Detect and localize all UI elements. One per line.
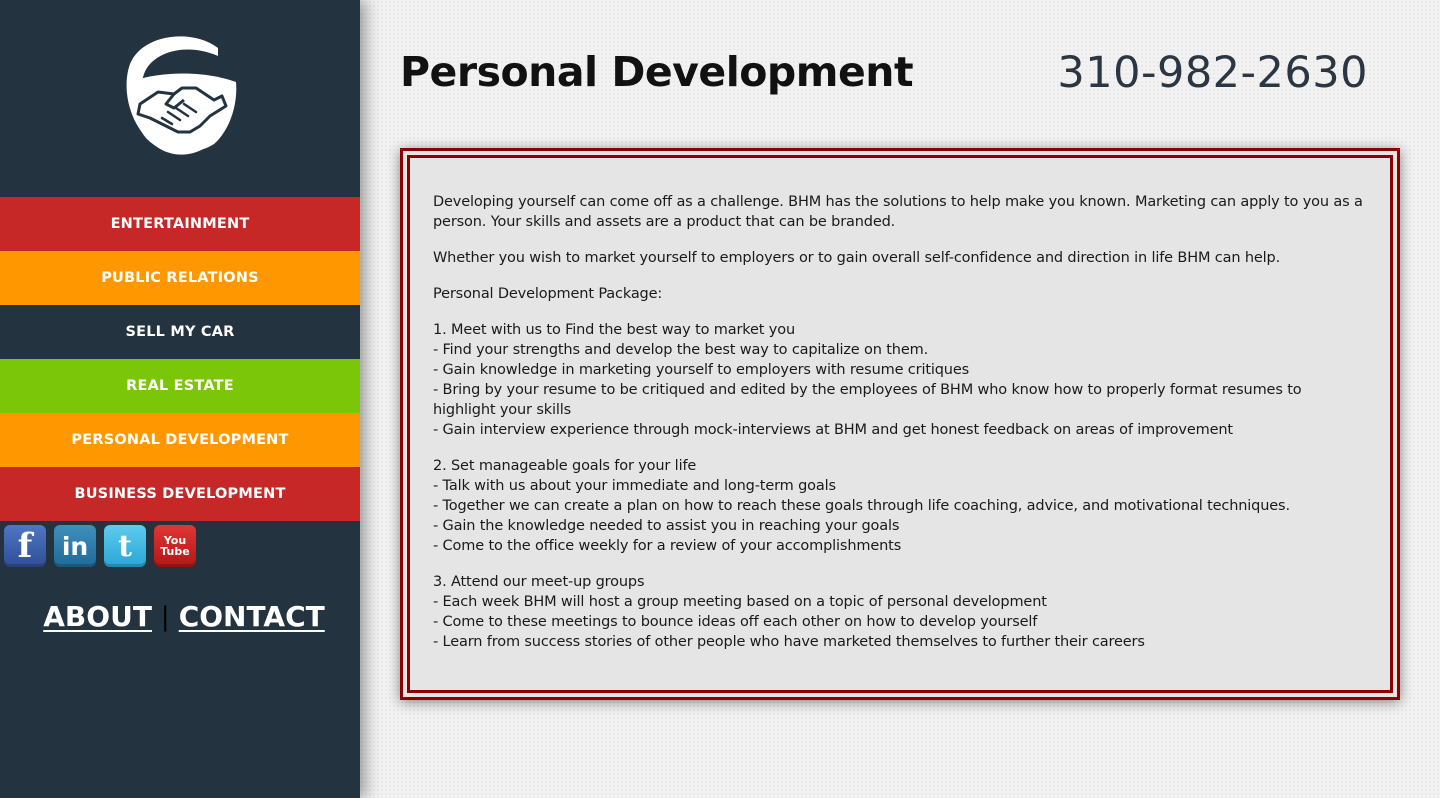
social-links: f in t You Tube — [4, 525, 196, 567]
page-title: Personal Development — [400, 48, 914, 96]
footer-separator: | — [160, 601, 170, 632]
phone-number[interactable]: 310-982-2630 — [1057, 48, 1368, 98]
section-1-item: - Gain knowledge in marketing yourself t… — [433, 362, 970, 378]
section-1-item: - Find your strengths and develop the be… — [433, 342, 929, 358]
linkedin-icon[interactable]: in — [54, 525, 96, 567]
section-2-title: 2. Set manageable goals for your life — [433, 458, 697, 474]
section-3-item: - Come to these meetings to bounce ideas… — [433, 614, 1038, 630]
youtube-glyph-bottom: Tube — [160, 545, 190, 558]
section-2-item: - Talk with us about your immediate and … — [433, 478, 836, 494]
help-paragraph: Whether you wish to market yourself to e… — [433, 250, 1281, 266]
about-link[interactable]: ABOUT — [43, 600, 152, 633]
linkedin-glyph: in — [61, 531, 89, 561]
section-1: 1. Meet with us to Find the best way to … — [433, 320, 1368, 440]
section-3-item: - Learn from success stories of other pe… — [433, 634, 1145, 650]
package-heading: Personal Development Package: — [433, 286, 663, 302]
section-3-title: 3. Attend our meet-up groups — [433, 574, 645, 590]
section-3: 3. Attend our meet-up groups - Each week… — [433, 572, 1368, 652]
facebook-glyph: f — [17, 526, 33, 566]
main-nav: ENTERTAINMENT PUBLIC RELATIONS SELL MY C… — [0, 197, 360, 521]
youtube-icon[interactable]: You Tube — [154, 525, 196, 567]
section-2-item: - Together we can create a plan on how t… — [433, 498, 1290, 514]
nav-entertainment[interactable]: ENTERTAINMENT — [0, 197, 360, 251]
section-2-item: - Come to the office weekly for a review… — [433, 538, 902, 554]
content-box: Developing yourself can come off as a ch… — [400, 148, 1400, 700]
sidebar: ENTERTAINMENT PUBLIC RELATIONS SELL MY C… — [0, 0, 360, 798]
contact-link[interactable]: CONTACT — [179, 600, 325, 633]
nav-business-development[interactable]: BUSINESS DEVELOPMENT — [0, 467, 360, 521]
section-1-title: 1. Meet with us to Find the best way to … — [433, 322, 795, 338]
handshake-logo[interactable] — [122, 34, 238, 158]
section-2: 2. Set manageable goals for your life - … — [433, 456, 1368, 556]
facebook-icon[interactable]: f — [4, 525, 46, 567]
content-inner: Developing yourself can come off as a ch… — [407, 155, 1393, 693]
nav-sell-my-car[interactable]: SELL MY CAR — [0, 305, 360, 359]
section-2-item: - Gain the knowledge needed to assist yo… — [433, 518, 900, 534]
nav-public-relations[interactable]: PUBLIC RELATIONS — [0, 251, 360, 305]
intro-paragraph: Developing yourself can come off as a ch… — [433, 194, 1363, 230]
section-3-item: - Each week BHM will host a group meetin… — [433, 594, 1047, 610]
section-1-item: - Bring by your resume to be critiqued a… — [433, 382, 1302, 418]
nav-personal-development[interactable]: PERSONAL DEVELOPMENT — [0, 413, 360, 467]
footer-links: ABOUT | CONTACT — [0, 600, 368, 633]
nav-real-estate[interactable]: REAL ESTATE — [0, 359, 360, 413]
twitter-icon[interactable]: t — [104, 525, 146, 567]
twitter-glyph: t — [118, 528, 132, 564]
section-1-item: - Gain interview experience through mock… — [433, 422, 1233, 438]
